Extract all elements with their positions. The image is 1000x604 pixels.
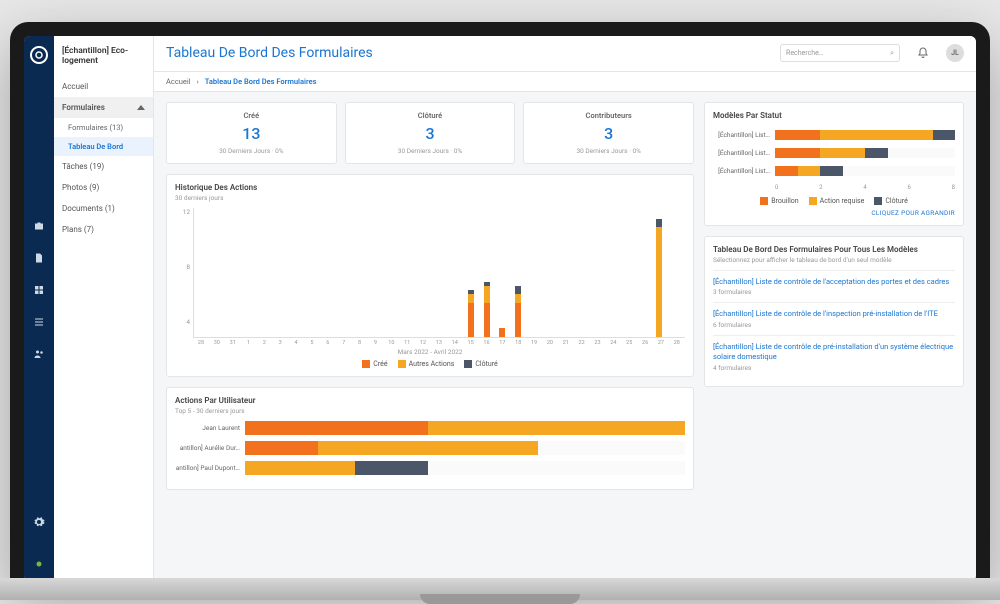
- expand-link[interactable]: CLIQUEZ POUR AGRANDIR: [713, 209, 955, 217]
- chart-bar: [656, 219, 662, 337]
- topbar: Tableau De Bord Des Formulaires Recherch…: [154, 36, 976, 72]
- status-bar-row: [Échantillon] List…: [713, 148, 955, 158]
- sidebar-sub-tableau[interactable]: Tableau De Bord: [54, 137, 153, 156]
- model-list-item[interactable]: [Échantillon] Liste de contrôle de pré-i…: [713, 335, 955, 378]
- crumb-home[interactable]: Accueil: [166, 77, 191, 86]
- users-chart-subtitle: Top 5 - 30 derniers jours: [175, 407, 685, 415]
- sidebar-item-accueil[interactable]: Accueil: [54, 76, 153, 97]
- app-iconbar: [24, 36, 54, 582]
- legend-item: Clôturé: [874, 197, 907, 205]
- notifications-icon[interactable]: [914, 44, 932, 62]
- user-name: Jean Laurent: [175, 424, 245, 432]
- sidebar-item-formulaires[interactable]: Formulaires: [54, 97, 153, 118]
- search-icon: ⌕: [890, 49, 894, 58]
- page-title: Tableau De Bord Des Formulaires: [166, 45, 373, 61]
- legend-item: Créé: [362, 360, 387, 368]
- history-xlabel: Mars 2022 - Avril 2022: [175, 348, 685, 356]
- chevron-up-icon: [137, 105, 145, 110]
- users-chart-card: Actions Par Utilisateur Top 5 - 30 derni…: [166, 387, 694, 490]
- sidebar-item-photos[interactable]: Photos (9): [54, 177, 153, 198]
- user-bar-row: Jean Laurent: [175, 421, 685, 435]
- models-list-hint: Sélectionnez pour afficher le tableau de…: [713, 256, 955, 264]
- model-name: [Échantillon] List…: [713, 149, 775, 157]
- stat-sub: 30 Derniers Jours · 0%: [532, 147, 685, 155]
- stat-label: Contributeurs: [532, 111, 685, 120]
- nav-grid-icon[interactable]: [33, 284, 45, 298]
- model-name: [Échantillon] List…: [713, 167, 775, 175]
- sidebar-item-taches[interactable]: Tâches (19): [54, 156, 153, 177]
- history-chart-subtitle: 30 derniers jours: [175, 194, 685, 202]
- stat-card: Contributeurs 3 30 Derniers Jours · 0%: [523, 102, 694, 164]
- chart-bar: [515, 286, 521, 337]
- model-count: 4 formulaires: [713, 364, 955, 372]
- nav-list-icon[interactable]: [33, 316, 45, 330]
- project-name: [Échantillon] Eco-logement: [54, 36, 153, 76]
- stat-label: Clôturé: [354, 111, 507, 120]
- legend-item: Action requise: [809, 197, 865, 205]
- model-count: 6 formulaires: [713, 321, 955, 329]
- stat-label: Créé: [175, 111, 328, 120]
- search-input[interactable]: Recherche… ⌕: [780, 44, 900, 62]
- model-link[interactable]: [Échantillon] Liste de contrôle de l'ins…: [713, 309, 955, 319]
- models-list-title: Tableau De Bord Des Formulaires Pour Tou…: [713, 245, 955, 254]
- status-chart-card: Modèles Par Statut [Échantillon] List… […: [704, 102, 964, 226]
- stat-sub: 30 Derniers Jours · 0%: [175, 147, 328, 155]
- legend-item: Brouillon: [760, 197, 798, 205]
- stat-card: Clôturé 3 30 Derniers Jours · 0%: [345, 102, 516, 164]
- app-logo[interactable]: [30, 46, 48, 64]
- model-link[interactable]: [Échantillon] Liste de contrôle de l'acc…: [713, 277, 955, 287]
- model-link[interactable]: [Échantillon] Liste de contrôle de pré-i…: [713, 342, 955, 362]
- users-chart-title: Actions Par Utilisateur: [175, 396, 685, 405]
- chart-bar: [468, 290, 474, 336]
- history-chart-card: Historique Des Actions 30 derniers jours…: [166, 174, 694, 377]
- status-dot-icon: [33, 558, 45, 572]
- history-chart-title: Historique Des Actions: [175, 183, 685, 192]
- model-name: [Échantillon] List…: [713, 131, 775, 139]
- nav-briefcase-icon[interactable]: [33, 220, 45, 234]
- chart-bar: [484, 282, 490, 337]
- sidebar-sub-formulaires[interactable]: Formulaires (13): [54, 118, 153, 137]
- project-sidebar: [Échantillon] Eco-logement Accueil Formu…: [54, 36, 154, 582]
- model-list-item[interactable]: [Échantillon] Liste de contrôle de l'acc…: [713, 270, 955, 303]
- chevron-right-icon: ›: [197, 77, 199, 86]
- model-list-item[interactable]: [Échantillon] Liste de contrôle de l'ins…: [713, 302, 955, 335]
- status-chart-title: Modèles Par Statut: [713, 111, 955, 120]
- status-bar-row: [Échantillon] List…: [713, 166, 955, 176]
- user-bar-row: antillon] Paul Dupont…: [175, 461, 685, 475]
- settings-icon[interactable]: [33, 516, 45, 530]
- legend-item: Autres Actions: [398, 360, 455, 368]
- stat-value: 13: [175, 120, 328, 147]
- user-avatar[interactable]: JL: [946, 44, 964, 62]
- model-count: 3 formulaires: [713, 288, 955, 296]
- stat-value: 3: [532, 120, 685, 147]
- status-bar-row: [Échantillon] List…: [713, 130, 955, 140]
- legend-item: Clôturé: [464, 360, 497, 368]
- models-list-card: Tableau De Bord Des Formulaires Pour Tou…: [704, 236, 964, 387]
- user-name: antillon] Paul Dupont…: [175, 464, 245, 472]
- chart-bar: [499, 328, 505, 336]
- stat-card: Créé 13 30 Derniers Jours · 0%: [166, 102, 337, 164]
- sidebar-item-documents[interactable]: Documents (1): [54, 198, 153, 219]
- breadcrumb: Accueil › Tableau De Bord Des Formulaire…: [154, 72, 976, 92]
- sidebar-item-plans[interactable]: Plans (7): [54, 219, 153, 240]
- user-bar-row: antillon] Aurélie Dur…: [175, 441, 685, 455]
- stat-value: 3: [354, 120, 507, 147]
- nav-people-icon[interactable]: [33, 348, 45, 362]
- nav-file-icon[interactable]: [33, 252, 45, 266]
- user-name: antillon] Aurélie Dur…: [175, 444, 245, 452]
- crumb-current: Tableau De Bord Des Formulaires: [205, 77, 317, 86]
- stat-sub: 30 Derniers Jours · 0%: [354, 147, 507, 155]
